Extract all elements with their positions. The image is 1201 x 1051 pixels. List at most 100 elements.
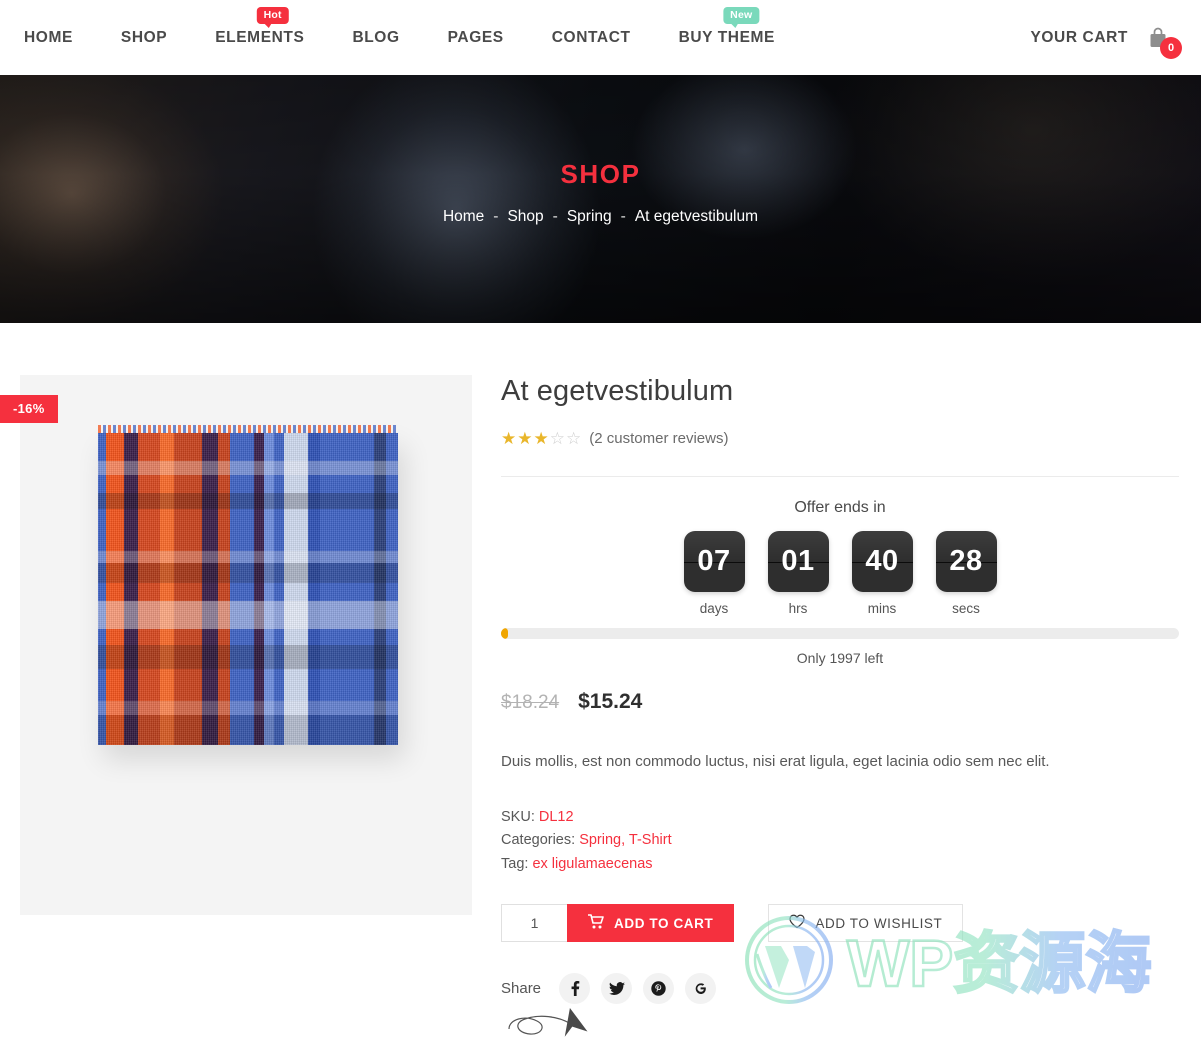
meta-categories-label: Categories: <box>501 832 576 849</box>
countdown-value: 40 <box>865 545 899 577</box>
cart-icon <box>588 914 604 932</box>
product-title: At egetvestibulum <box>501 375 734 407</box>
google-icon[interactable] <box>685 973 717 1005</box>
meta-categories-value[interactable]: Spring, T-Shirt <box>579 832 671 848</box>
meta-tag-label: Tag: <box>501 855 529 872</box>
scarf-fringe-decor <box>98 425 398 433</box>
meta-sku: SKU: DL12 <box>501 806 1179 829</box>
meta-sku-label: SKU: <box>501 809 535 825</box>
page-hero-banner: SHOP Home - Shop - Spring - At egetvesti… <box>0 75 1201 323</box>
meta-sku-value[interactable]: DL12 <box>539 809 574 825</box>
quantity-and-cart: ADD TO CART <box>501 904 735 943</box>
share-section: Share <box>501 973 1179 1038</box>
site-header: HOME SHOP Hot ELEMENTS BLOG PAGES CONTAC… <box>0 0 1201 75</box>
product-actions: ADD TO CART ADD TO WISHLIST <box>501 904 1179 943</box>
breadcrumb: Home - Shop - Spring - At egetvestibulum <box>443 208 758 226</box>
add-to-cart-button[interactable]: ADD TO CART <box>567 904 735 943</box>
add-to-wishlist-label: ADD TO WISHLIST <box>815 915 943 931</box>
countdown-unit-hrs: 01 hrs <box>767 531 829 616</box>
stock-remaining-text: Only 1997 left <box>796 650 884 666</box>
add-to-wishlist-button[interactable]: ADD TO WISHLIST <box>768 904 964 943</box>
cart-button[interactable]: YOUR CART 0 <box>1030 21 1201 59</box>
rating-stars: ★ ★ ★ ☆ ☆ <box>501 430 581 447</box>
meta-categories: Categories: Spring, T-Shirt <box>501 829 1179 852</box>
page-title: SHOP <box>560 159 641 189</box>
nav-badge-label: New <box>730 9 753 21</box>
breadcrumb-separator: - <box>620 208 626 225</box>
nav-item-label: CONTACT <box>551 28 631 46</box>
nav-item-label: HOME <box>24 28 73 46</box>
countdown-unit-days: 07 days <box>683 531 745 616</box>
countdown-unit-label: hrs <box>788 601 808 616</box>
nav-badge-hot: Hot <box>256 6 289 28</box>
countdown-unit-label: secs <box>952 601 980 616</box>
nav-item-label: ELEMENTS <box>215 28 305 46</box>
product-gallery: -16% <box>0 375 472 1004</box>
main-navigation: HOME SHOP Hot ELEMENTS BLOG PAGES CONTAC… <box>0 6 799 47</box>
facebook-icon[interactable] <box>559 973 591 1005</box>
breadcrumb-separator: - <box>493 208 499 225</box>
countdown-tile: 01 <box>767 531 829 592</box>
cart-count-badge: 0 <box>1160 36 1182 59</box>
sale-discount-badge: -16% <box>0 395 58 423</box>
countdown-unit-label: days <box>699 601 729 616</box>
twitter-icon[interactable] <box>601 973 633 1005</box>
countdown-unit-label: mins <box>867 601 897 616</box>
stock-progress-fill <box>501 628 508 639</box>
offer-ends-label: Offer ends in <box>794 499 886 516</box>
countdown-tile: 28 <box>935 531 997 592</box>
shopping-bag-icon: 0 <box>1141 21 1182 59</box>
product-price: $18.24 $15.24 <box>501 690 1179 714</box>
price-current: $15.24 <box>578 690 643 713</box>
nav-item-label: BUY THEME <box>678 28 775 46</box>
meta-tag: Tag: ex ligulamaecenas <box>501 853 1179 876</box>
scarf-weave-texture <box>98 433 398 745</box>
product-description: Duis mollis, est non commodo luctus, nis… <box>501 753 1050 770</box>
nav-item-label: BLOG <box>352 28 400 46</box>
star-filled: ★ <box>501 429 517 448</box>
star-empty: ☆ <box>566 429 582 448</box>
product-image[interactable] <box>20 375 472 915</box>
customer-reviews-link[interactable]: (2 customer reviews) <box>589 430 728 447</box>
nav-item-buy-theme[interactable]: New BUY THEME <box>655 6 799 47</box>
plaid-scarf-image <box>98 433 398 745</box>
breadcrumb-item-home[interactable]: Home <box>443 208 484 226</box>
add-to-cart-label: ADD TO CART <box>614 915 714 931</box>
countdown-value: 07 <box>697 545 731 577</box>
share-icons <box>559 973 717 1005</box>
product-meta: SKU: DL12 Categories: Spring, T-Shirt Ta… <box>501 806 1179 876</box>
breadcrumb-separator: - <box>552 208 558 225</box>
nav-badge-new: New <box>723 6 760 28</box>
countdown-unit-secs: 28 secs <box>935 531 997 616</box>
stock-progress-bar <box>501 628 1179 639</box>
nav-item-label: PAGES <box>447 28 504 46</box>
product-rating: ★ ★ ★ ☆ ☆ (2 customer reviews) <box>501 430 1179 447</box>
price-original: $18.24 <box>501 692 560 713</box>
section-divider <box>501 476 1179 477</box>
star-empty: ☆ <box>549 429 565 448</box>
product-detail-main: -16% At egetvestibulum ★ ★ ★ ☆ ☆ (2 cust… <box>0 323 1201 1038</box>
star-filled: ★ <box>533 429 549 448</box>
share-label: Share <box>501 980 542 998</box>
nav-item-pages[interactable]: PAGES <box>424 29 528 47</box>
countdown-value: 01 <box>781 545 815 577</box>
countdown-timer: 07 days 01 hrs 40 mins 28 secs <box>501 531 1179 616</box>
nav-item-shop[interactable]: SHOP <box>97 29 191 47</box>
countdown-value: 28 <box>949 545 983 577</box>
countdown-unit-mins: 40 mins <box>851 531 913 616</box>
nav-item-label: SHOP <box>120 28 168 46</box>
nav-item-blog[interactable]: BLOG <box>328 29 423 47</box>
breadcrumb-item-current: At egetvestibulum <box>634 208 759 225</box>
quantity-input[interactable] <box>501 904 567 943</box>
meta-tag-value[interactable]: ex ligulamaecenas <box>532 856 652 872</box>
breadcrumb-item-spring[interactable]: Spring <box>567 208 612 226</box>
nav-badge-label: Hot <box>263 9 282 21</box>
nav-item-home[interactable]: HOME <box>24 29 97 47</box>
countdown-tile: 07 <box>683 531 745 592</box>
nav-item-elements[interactable]: Hot ELEMENTS <box>191 6 328 47</box>
breadcrumb-item-shop[interactable]: Shop <box>507 208 543 226</box>
nav-item-contact[interactable]: CONTACT <box>528 29 655 47</box>
pinterest-icon[interactable] <box>643 973 675 1005</box>
cursor-arrow-decoration <box>508 1008 588 1038</box>
star-filled: ★ <box>517 429 533 448</box>
